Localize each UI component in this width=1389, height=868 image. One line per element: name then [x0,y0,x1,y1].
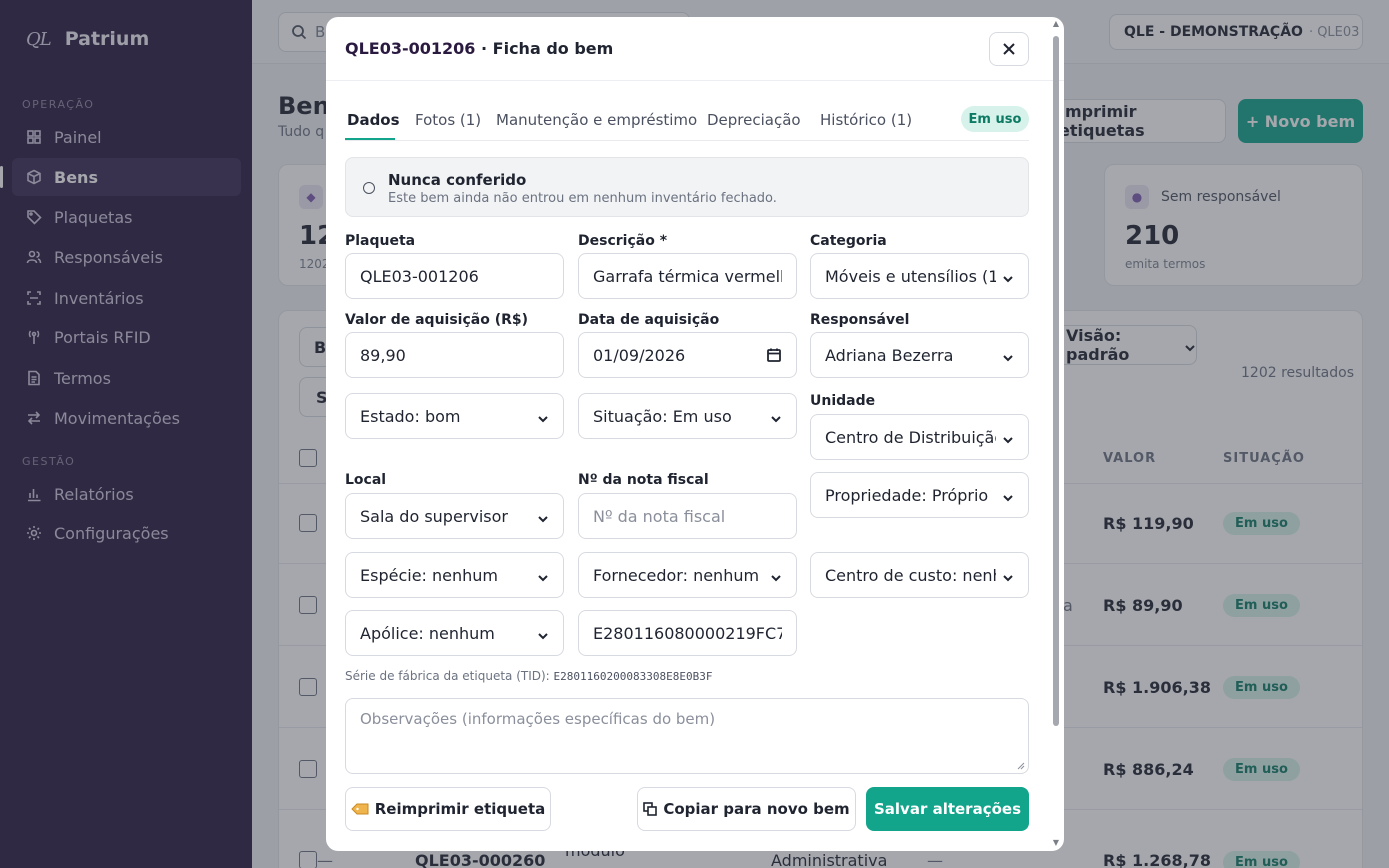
field-value: Garrafa térmica vermelha [593,266,782,286]
descricao-label: Descrição * [578,233,668,249]
field-value: Adriana Bezerra [825,345,954,365]
categoria-select[interactable]: Móveis e utensílios (10% [810,253,1029,299]
modal-title-text: · Ficha do bem [475,39,614,58]
tab-historico[interactable]: Histórico (1) [820,111,912,129]
copy-icon [643,802,658,816]
responsavel-label: Responsável [810,312,910,328]
chevron-down-icon [537,510,549,523]
chevron-down-icon [1002,489,1014,502]
chevron-down-icon [770,569,782,582]
field-value: Sala do supervisor [360,506,508,526]
tab-fotos[interactable]: Fotos (1) [415,111,481,129]
tid-value: E2801160200083308E8E0B3F [553,670,713,683]
notice-title: Nunca conferido [388,171,527,189]
save-button[interactable]: Salvar alterações [866,787,1029,831]
nota-fiscal-label: Nº da nota fiscal [578,472,709,488]
copy-to-new-button[interactable]: Copiar para novo bem [637,787,856,831]
local-label: Local [345,472,387,488]
field-value: Estado: bom [360,406,461,426]
textarea-placeholder: Observações (informações específicas do … [360,710,716,728]
chevron-down-icon [537,410,549,423]
nota-fiscal-field[interactable]: Nº da nota fiscal [578,493,797,539]
status-badge: Em uso [961,106,1029,132]
modal-tabs: Dados Fotos (1) Manutenção e empréstimo … [345,105,1029,141]
especie-select[interactable]: Espécie: nenhum [345,552,564,598]
tab-dados[interactable]: Dados [347,111,400,129]
unidade-select[interactable]: Centro de Distribuição [810,414,1029,460]
plaqueta-label: Plaqueta [345,233,416,249]
data-label: Data de aquisição [578,312,720,328]
data-aquisicao-field[interactable]: 01/09/2026 [578,332,797,378]
active-tab-indicator [345,138,395,140]
inventory-notice: Nunca conferido Este bem ainda não entro… [345,157,1029,217]
close-button[interactable] [989,32,1029,66]
field-value: Propriedade: Próprio [825,485,989,505]
button-label: Reimprimir etiqueta [374,800,546,818]
valor-label: Valor de aquisição (R$) [345,312,529,328]
tid-label: Série de fábrica da etiqueta (TID): [345,669,550,683]
tab-depreciacao[interactable]: Depreciação [707,111,801,129]
tab-manutencao[interactable]: Manutenção e empréstimo [496,111,697,129]
notice-subtitle: Este bem ainda não entrou em nenhum inve… [388,191,777,206]
local-select[interactable]: Sala do supervisor [345,493,564,539]
epc-field[interactable]: E280116080000219FC747 [578,610,797,656]
modal-header: QLE03-001206 · Ficha do bem [326,17,1064,81]
estado-select[interactable]: Estado: bom [345,393,564,439]
calendar-icon[interactable] [766,347,782,363]
chevron-down-icon [1002,431,1014,444]
scroll-up-icon[interactable]: ▲ [1051,20,1061,28]
field-value: Centro de Distribuição [825,427,996,447]
modal-scrollbar[interactable]: ▲ ▼ [1050,20,1062,848]
chevron-down-icon [1002,270,1014,283]
circle-icon [363,182,375,194]
descricao-field[interactable]: Garrafa térmica vermelha [578,253,797,299]
chevron-down-icon [1002,569,1014,582]
fornecedor-select[interactable]: Fornecedor: nenhum [578,552,797,598]
close-icon [1003,43,1015,55]
field-placeholder: Nº da nota fiscal [593,506,726,526]
centro-custo-select[interactable]: Centro de custo: nenhur [810,552,1029,598]
propriedade-select[interactable]: Propriedade: Próprio [810,472,1029,518]
scroll-down-icon[interactable]: ▼ [1051,839,1061,847]
field-value: Situação: Em uso [593,406,732,426]
chevron-down-icon [770,410,782,423]
field-value: Centro de custo: nenhur [825,565,996,585]
unidade-label: Unidade [810,393,876,409]
asset-code: QLE03-001206 [345,39,476,58]
button-label: Copiar para novo bem [663,800,850,818]
chevron-down-icon [1002,349,1014,362]
responsavel-select[interactable]: Adriana Bezerra [810,332,1029,378]
chevron-down-icon [537,627,549,640]
field-value: E280116080000219FC747 [593,623,782,643]
tid-info: Série de fábrica da etiqueta (TID): E280… [345,669,713,683]
field-value: Apólice: nenhum [360,623,495,643]
observacoes-textarea[interactable]: Observações (informações específicas do … [345,698,1029,774]
reprint-label-button[interactable]: Reimprimir etiqueta [345,787,551,831]
apolice-select[interactable]: Apólice: nenhum [345,610,564,656]
field-value: Fornecedor: nenhum [593,565,760,585]
chevron-down-icon [537,569,549,582]
scroll-thumb[interactable] [1053,36,1059,726]
field-value: Espécie: nenhum [360,565,498,585]
categoria-label: Categoria [810,233,887,249]
asset-detail-modal: QLE03-001206 · Ficha do bem Dados Fotos … [326,17,1064,851]
field-value: 89,90 [360,345,406,365]
label-icon [351,803,369,815]
modal-title: QLE03-001206 · Ficha do bem [345,39,613,58]
field-value: QLE03-001206 [360,266,479,286]
field-value: Móveis e utensílios (10% [825,266,996,286]
field-value: 01/09/2026 [593,345,686,365]
situacao-select[interactable]: Situação: Em uso [578,393,797,439]
valor-field[interactable]: 89,90 [345,332,564,378]
plaqueta-field[interactable]: QLE03-001206 [345,253,564,299]
resize-grip-icon[interactable] [1017,762,1025,770]
